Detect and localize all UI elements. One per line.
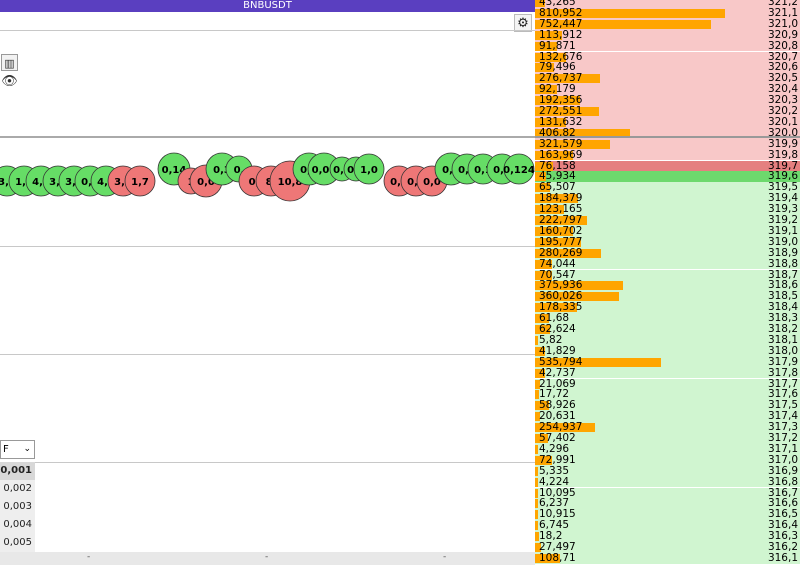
bid-row[interactable]: 57,402 317,2 <box>535 433 800 444</box>
row-price: 316,1 <box>767 551 798 564</box>
row-price: 318,8 <box>767 257 798 270</box>
grid-line <box>0 462 535 463</box>
step-item[interactable]: 0,001 <box>0 462 35 480</box>
step-item[interactable]: 0,004 <box>0 516 35 534</box>
bid-row[interactable]: 4,224 316,8 <box>535 475 800 488</box>
x-tick: - <box>265 552 269 562</box>
bid-row[interactable]: 6,745 316,4 <box>535 520 800 532</box>
ask-row[interactable]: 321,579 319,9 <box>535 138 800 150</box>
bid-row[interactable]: 108,71 316,1 <box>535 551 800 564</box>
step-list[interactable]: 0,001 0,002 0,003 0,004 0,005 <box>0 462 35 552</box>
window-title: BNBUSDT <box>0 0 535 12</box>
chart-icon[interactable]: ▥ <box>1 54 18 71</box>
volume-bar <box>535 466 538 476</box>
bubble-canvas: 3,01,74,83,23,20,04,43,21,70,1410,00,30,… <box>0 152 535 202</box>
chevron-down-icon: ⌄ <box>23 444 31 454</box>
row-price: 316,8 <box>767 475 798 488</box>
bid-row[interactable]: 535,794 317,9 <box>535 356 800 368</box>
trade-bubbles: 3,01,74,83,23,20,04,43,21,70,1410,00,30,… <box>0 140 535 220</box>
row-price: 320,8 <box>767 39 798 52</box>
step-item[interactable]: 0,005 <box>0 534 35 552</box>
row-price: 317,8 <box>767 366 798 379</box>
trade-bubble[interactable]: 0,124 <box>503 153 535 185</box>
grid-line <box>0 354 535 355</box>
row-volume: 163,969 <box>539 148 583 161</box>
grid-line <box>0 30 535 31</box>
bubble-label: 0,124 <box>503 165 535 176</box>
trade-bubble[interactable]: 1,7 <box>124 165 156 197</box>
bid-row[interactable]: 5,335 316,9 <box>535 465 800 477</box>
trade-bubble[interactable]: 1,0 <box>353 153 385 185</box>
bid-row[interactable]: 10,915 316,5 <box>535 509 800 521</box>
bid-row[interactable]: 280,269 318,9 <box>535 247 800 259</box>
volume-bar <box>535 477 538 487</box>
volume-bar <box>535 499 538 509</box>
ask-row[interactable]: 163,969 319,8 <box>535 148 800 161</box>
row-price: 319,8 <box>767 148 798 161</box>
row-volume: 108,71 <box>539 551 576 564</box>
bubble-label: 1,0 <box>360 165 378 176</box>
step-item[interactable]: 0,002 <box>0 480 35 498</box>
bid-row[interactable]: 178,335 318,4 <box>535 302 800 314</box>
volume-bar <box>535 510 538 520</box>
x-tick: - <box>87 552 91 562</box>
bubble-label: 1,7 <box>131 177 149 188</box>
ask-row[interactable]: 91,871 320,8 <box>535 39 800 52</box>
row-volume: 42,737 <box>539 366 576 379</box>
step-item[interactable]: 0,003 <box>0 498 35 516</box>
row-volume: 4,224 <box>539 475 570 488</box>
bid-row[interactable]: 74,044 318,8 <box>535 257 800 270</box>
price-line <box>0 136 535 138</box>
book-price-line <box>535 136 800 138</box>
volume-bar <box>535 521 538 531</box>
mode-select-value: F <box>3 444 9 455</box>
bid-row[interactable]: 10,095 316,7 <box>535 487 800 499</box>
mode-select[interactable]: F ⌄ <box>0 440 35 459</box>
volume-bar <box>535 444 538 454</box>
bid-row[interactable]: 42,737 317,8 <box>535 366 800 379</box>
volume-bar <box>535 335 538 345</box>
time-scrollbar[interactable]: - - - <box>0 552 535 565</box>
bid-row[interactable]: 72,991 317,0 <box>535 454 800 466</box>
x-tick: - <box>443 552 447 562</box>
order-book[interactable]: 43,265 321,2 810,952 321,1 752,447 321,0 113,9… <box>535 0 800 565</box>
ask-row[interactable]: 113,912 320,9 <box>535 29 800 41</box>
row-volume: 74,044 <box>539 257 576 270</box>
volume-bar <box>535 488 538 498</box>
row-volume: 91,871 <box>539 39 576 52</box>
bid-row[interactable]: 62,624 318,2 <box>535 324 800 335</box>
chart-panel[interactable]: BNBUSDT ⚙ ▥ 👁 3,01,74,83,23,20,04,43,21,… <box>0 0 535 565</box>
bid-row[interactable]: 21,069 317,7 <box>535 378 800 390</box>
grid-line <box>0 246 535 247</box>
eye-icon[interactable]: 👁 <box>1 73 18 90</box>
